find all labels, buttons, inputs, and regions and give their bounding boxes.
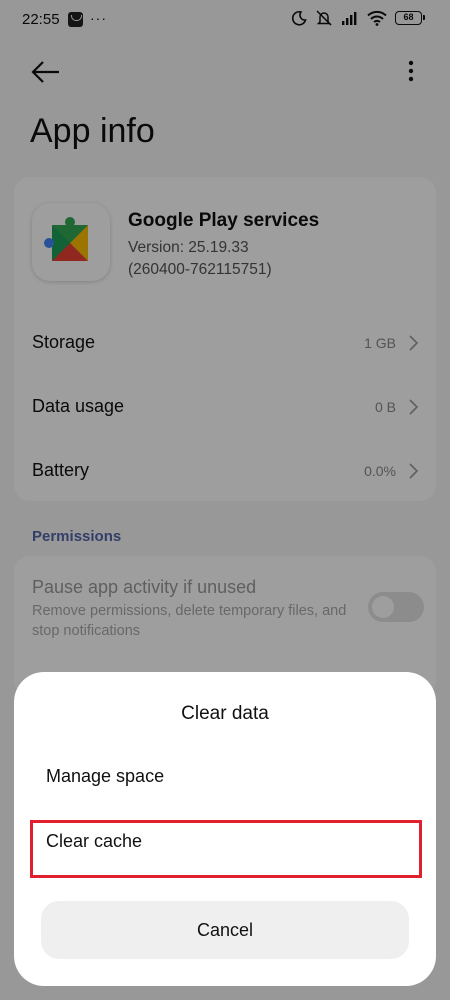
dialog-title: Clear data (181, 703, 269, 724)
clear-data-dialog: Clear data Manage space Clear cache Canc… (14, 672, 436, 986)
manage-space-label: Manage space (46, 766, 165, 786)
clear-cache-label: Clear cache (46, 831, 143, 851)
app-info-screen: 22:55 ··· 68 App info Google Play servic… (0, 0, 450, 1000)
cancel-button[interactable]: Cancel (41, 901, 409, 959)
clear-cache-option[interactable]: Clear cache (28, 813, 422, 873)
manage-space-option[interactable]: Manage space (28, 748, 422, 808)
